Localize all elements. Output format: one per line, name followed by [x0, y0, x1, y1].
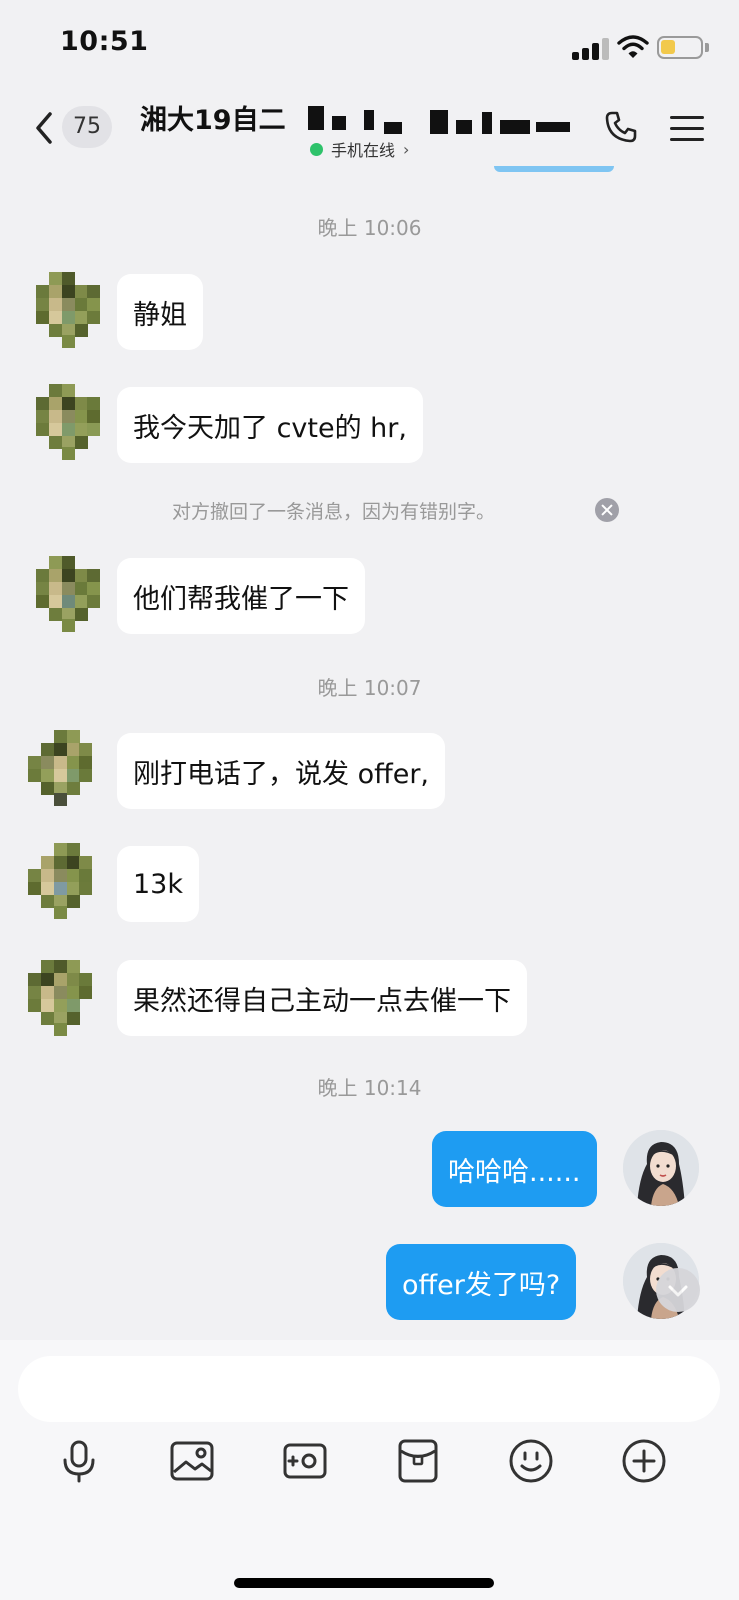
my-message-bubble[interactable]: 哈哈哈...... — [432, 1131, 597, 1207]
my-avatar[interactable] — [623, 1130, 699, 1206]
timestamp: 晚上 10:07 — [317, 676, 422, 700]
scroll-down-button[interactable] — [656, 1268, 700, 1312]
battery-icon — [657, 36, 703, 59]
online-dot — [310, 142, 323, 156]
avatar[interactable] — [28, 960, 92, 1036]
message-input[interactable] — [18, 1356, 720, 1422]
back-chevron-icon[interactable] — [30, 108, 58, 148]
message-bubble[interactable]: 我今天加了 cvte的 hr, — [117, 387, 423, 463]
signal-icon — [572, 38, 612, 60]
chat-header: 75 湘大19自二 手机在线 › — [0, 90, 739, 172]
camera-icon[interactable] — [282, 1438, 328, 1484]
emoji-icon[interactable] — [508, 1438, 554, 1484]
recall-notice: 对方撤回了一条消息，因为有错别字。 — [0, 497, 739, 525]
red-packet-icon[interactable] — [395, 1438, 441, 1484]
wifi-icon — [617, 35, 649, 58]
online-status[interactable]: 手机在线 › — [310, 138, 409, 160]
home-indicator[interactable] — [234, 1578, 494, 1588]
avatar[interactable] — [36, 384, 100, 460]
chevron-down-icon — [668, 1285, 688, 1297]
chevron-right-icon: › — [403, 139, 410, 159]
avatar[interactable] — [36, 272, 100, 348]
battery-tip — [705, 43, 709, 52]
pinned-banner-edge — [494, 166, 614, 172]
message-bubble[interactable]: 静姐 — [117, 274, 203, 350]
recall-notice-text: 对方撤回了一条消息，因为有错别字。 — [172, 501, 496, 523]
online-status-text: 手机在线 — [331, 141, 396, 160]
title-mosaic — [300, 102, 580, 138]
input-panel — [0, 1340, 739, 1600]
status-time: 10:51 — [60, 26, 149, 57]
image-icon[interactable] — [169, 1438, 215, 1484]
microphone-icon[interactable] — [56, 1438, 102, 1484]
message-bubble[interactable]: 13k — [117, 846, 199, 922]
phone-icon[interactable] — [604, 110, 638, 144]
menu-icon[interactable] — [670, 116, 704, 142]
avatar[interactable] — [36, 556, 100, 632]
status-bar: 10:51 — [0, 0, 739, 90]
close-icon[interactable] — [595, 498, 619, 522]
avatar[interactable] — [28, 730, 92, 806]
plus-icon[interactable] — [621, 1438, 667, 1484]
message-bubble[interactable]: 果然还得自己主动一点去催一下 — [117, 960, 527, 1036]
my-message-bubble[interactable]: offer发了吗? — [386, 1244, 577, 1320]
avatar[interactable] — [28, 843, 92, 919]
message-bubble[interactable]: 他们帮我催了一下 — [117, 558, 365, 634]
unread-count-badge[interactable]: 75 — [62, 106, 112, 148]
message-bubble[interactable]: 刚打电话了，说发 offer, — [117, 733, 445, 809]
timestamp: 晚上 10:06 — [317, 216, 422, 240]
my-avatar-illustration — [623, 1130, 699, 1206]
chat-title[interactable]: 湘大19自二 — [140, 98, 286, 137]
timestamp: 晚上 10:14 — [317, 1076, 422, 1100]
